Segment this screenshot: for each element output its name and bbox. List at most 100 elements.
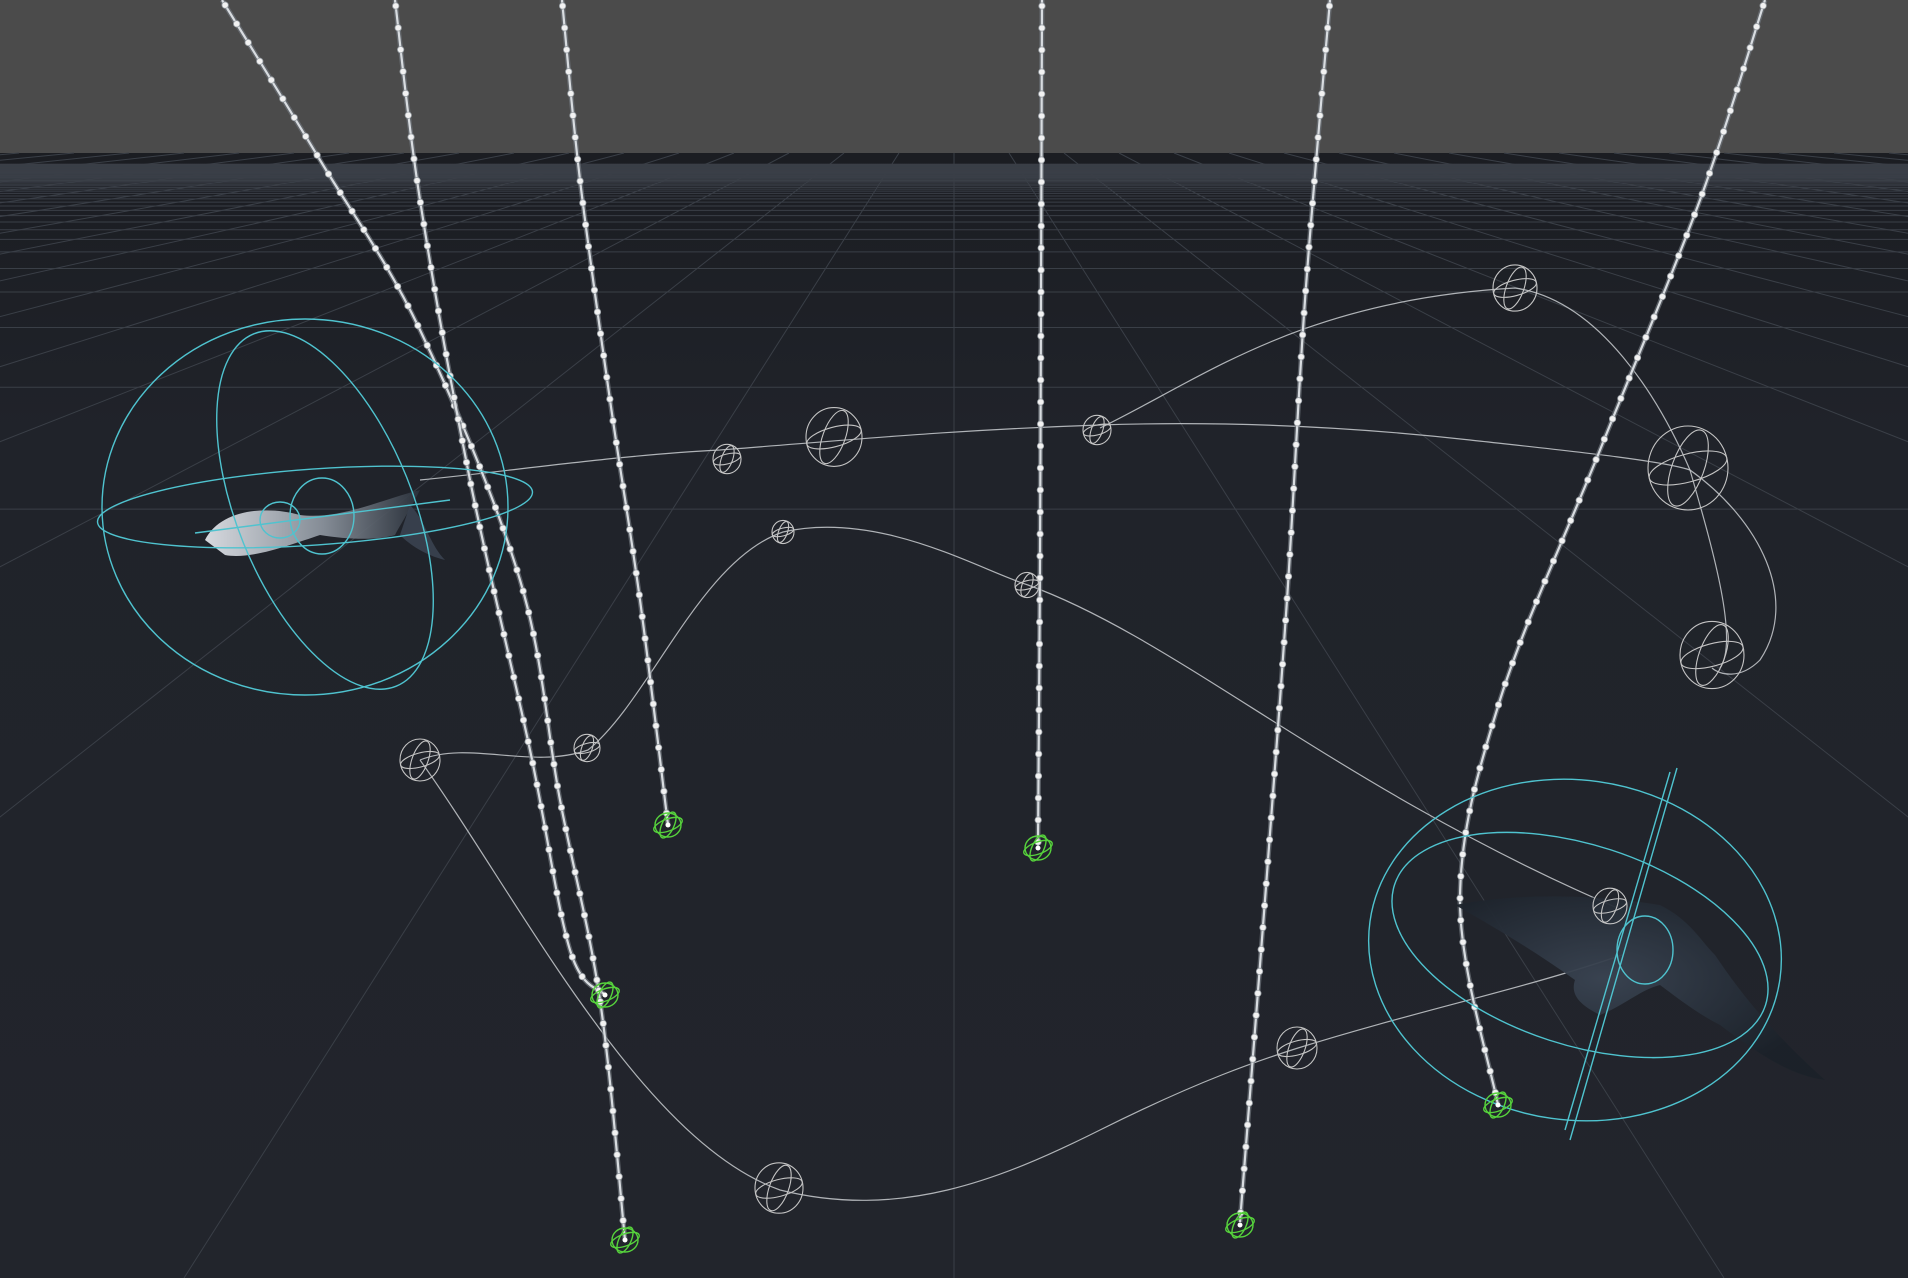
rope-bead [1036, 618, 1044, 626]
rope-bead [442, 350, 450, 358]
rope-bead [1508, 659, 1517, 667]
rope-bead [1608, 415, 1617, 423]
rope-bead [557, 803, 566, 812]
rope-bead [604, 1063, 612, 1071]
rope-bead [1038, 24, 1046, 32]
rope-bead [1283, 594, 1291, 603]
rope-bead [611, 1129, 619, 1137]
rope-bead [519, 716, 528, 724]
rope-bead [510, 673, 518, 681]
rope-bead [1035, 750, 1043, 758]
rope-bead [589, 954, 597, 962]
rope-bead [519, 587, 527, 595]
rope-bead [537, 673, 545, 681]
rope-bead [1294, 397, 1303, 405]
rope-bead [1035, 640, 1044, 648]
rope-bead [491, 503, 500, 512]
rope-bead [537, 802, 545, 810]
rope-bead [1275, 704, 1284, 712]
rope-bead [1320, 68, 1328, 76]
rope-bead [561, 24, 569, 32]
rope-bead [438, 328, 446, 337]
rope-bead [1264, 858, 1272, 866]
rope-bead [602, 1041, 610, 1049]
rope-bead [593, 308, 602, 316]
rope-bead [619, 482, 627, 490]
rope-bead [1584, 476, 1592, 484]
rope-bead [566, 847, 574, 855]
rope-bead [571, 133, 579, 141]
rope-bead [1037, 288, 1045, 296]
rope-bead [641, 634, 649, 643]
rope-bead [1240, 1165, 1248, 1173]
rope-bead [1037, 376, 1045, 384]
rope-bead [562, 825, 570, 833]
rope-bead [1035, 662, 1043, 670]
rope-bead [1558, 537, 1566, 545]
rope-bead [550, 760, 558, 768]
rope-bead [644, 656, 652, 664]
rope-bead [1740, 65, 1748, 73]
rope-bead [1625, 374, 1633, 382]
rope-bead [1690, 211, 1699, 219]
rope-bead [1269, 792, 1277, 800]
rope-bead [565, 68, 573, 76]
rope-bead [1307, 221, 1315, 229]
rope-bead [420, 220, 428, 228]
rope-bead [1456, 894, 1464, 902]
rope-bead [557, 910, 565, 919]
rope-bead [324, 170, 333, 178]
rope-bead [609, 1107, 617, 1115]
rope-bead [590, 286, 599, 294]
rope-bead [383, 263, 391, 271]
rope-bead [495, 609, 503, 617]
rope-bead [279, 95, 287, 103]
scene-canvas[interactable] [0, 0, 1908, 1278]
rope-bead [587, 264, 596, 272]
3d-viewport[interactable] [0, 0, 1908, 1278]
rope-bead [476, 523, 484, 531]
rope-bead [499, 524, 507, 532]
rope-bead [584, 242, 593, 251]
rope-bead [1036, 486, 1044, 494]
rope-bead [1259, 923, 1267, 932]
rope-bead [544, 717, 552, 725]
rope-bead [423, 242, 431, 250]
rope-bead [529, 630, 538, 638]
rope-bead [1318, 90, 1326, 98]
rope-bead [513, 566, 521, 574]
rope-bead [1494, 701, 1503, 709]
rope-bead [580, 911, 589, 919]
rope-bead [616, 460, 624, 468]
rope-bead [371, 244, 380, 253]
rope-bead [1316, 111, 1324, 120]
rope-bead [660, 787, 668, 795]
rope-bead [1300, 309, 1308, 317]
rope-bead [480, 544, 489, 553]
rope-bead [1293, 419, 1301, 427]
rope-bead [1524, 618, 1532, 626]
rope-bead [1486, 1067, 1494, 1075]
rope-bead [1037, 134, 1046, 142]
rope-bead [553, 782, 562, 790]
rope-bead [1600, 435, 1608, 443]
rope-bead [606, 395, 614, 403]
rope-bead [1310, 177, 1318, 185]
rope-bead [1733, 86, 1741, 94]
rope-bead [632, 569, 640, 577]
rope-bead [1303, 265, 1311, 273]
rope-bead [1658, 293, 1667, 301]
rope-bead [1713, 148, 1721, 157]
rope-bead [1036, 596, 1044, 604]
rope-bead [571, 868, 579, 876]
rope-bead [394, 24, 402, 32]
rope-bead [573, 155, 582, 163]
rope-bead [567, 89, 575, 98]
rope-bead [1296, 375, 1304, 383]
rope-bead [547, 738, 555, 747]
rope-bead [545, 845, 553, 854]
rope-bead [1705, 169, 1714, 177]
rope-bead [549, 867, 557, 875]
rope-bead [1037, 398, 1045, 406]
rope-bead [1037, 310, 1045, 318]
